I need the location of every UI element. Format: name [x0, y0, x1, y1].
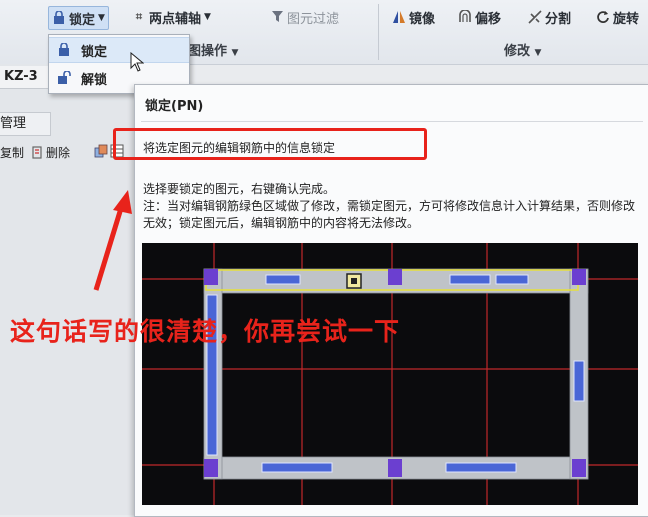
menu-item-unlock-label: 解锁 — [81, 72, 108, 88]
annotation-text: 这句话写的很清楚，你再尝试一下 — [10, 317, 401, 346]
split-button[interactable]: 分割 — [528, 6, 571, 28]
axis-grid-icon: ⌗ — [135, 10, 143, 23]
lock-icon — [57, 42, 71, 57]
rebar-preview-image — [142, 243, 638, 505]
mouse-cursor-icon — [130, 52, 144, 72]
lock-icon — [52, 10, 66, 25]
offset-label: 偏移 — [475, 11, 502, 27]
tooltip-usage: 选择要锁定的图元，右键确认完成。 — [143, 182, 336, 196]
tooltip-title: 锁定(PN) — [145, 99, 204, 114]
menu-item-lock[interactable]: 锁定 — [49, 37, 189, 63]
management-tab[interactable]: 管理 — [0, 112, 51, 136]
rebar-preview-drawing — [142, 243, 638, 505]
menu-item-lock-label: 锁定 — [81, 44, 108, 60]
chevron-down-icon: ▼ — [231, 48, 239, 58]
operation-group-label[interactable]: 图操作 ▼ — [188, 40, 238, 59]
two-point-axis-label: 两点辅轴 — [149, 11, 202, 27]
mirror-label: 镜像 — [409, 11, 436, 27]
ribbon-separator — [378, 4, 379, 60]
lock-button-label: 锁定 — [69, 12, 96, 28]
filter-icon — [270, 10, 284, 24]
delete-icon — [30, 145, 44, 160]
mirror-button[interactable]: 镜像 — [392, 6, 435, 28]
offset-icon — [458, 9, 472, 24]
chevron-down-icon: ▼ — [98, 13, 105, 23]
rotate-label: 旋转 — [613, 11, 640, 27]
unlock-icon — [57, 70, 71, 85]
annotation-highlight-box — [113, 128, 427, 160]
element-tab[interactable]: KZ-3 — [0, 66, 54, 89]
copy-button[interactable]: 复制 — [0, 144, 24, 161]
element-filter-button[interactable]: 图元过滤 — [270, 6, 339, 28]
chevron-down-icon: ▼ — [204, 12, 211, 22]
copy-label: 复制 — [0, 146, 25, 160]
rotate-button[interactable]: 旋转 — [596, 6, 639, 28]
rotate-icon — [596, 10, 610, 24]
tooltip-note: 注：当对编辑钢筋绿色区域做了修改，需锁定图元，方可将修改信息计入计算结果，否则修… — [143, 199, 636, 230]
tooltip-divider — [141, 121, 643, 122]
element-filter-label: 图元过滤 — [287, 11, 340, 27]
two-point-axis-button[interactable]: ⌗ 两点辅轴 ▼ — [132, 6, 211, 28]
split-label: 分割 — [545, 11, 572, 27]
delete-label: 删除 — [46, 146, 71, 160]
delete-button[interactable]: 删除 — [30, 144, 70, 161]
lock-dropdown-button[interactable]: 锁定 ▼ — [48, 6, 109, 30]
chevron-down-icon: ▼ — [534, 48, 542, 58]
copy-layer-icon — [94, 144, 108, 158]
tooltip-usage-note: 选择要锁定的图元，右键确认完成。 注：当对编辑钢筋绿色区域做了修改，需锁定图元，… — [143, 181, 639, 232]
split-icon — [528, 10, 542, 24]
offset-button[interactable]: 偏移 — [458, 6, 501, 28]
modify-group-label[interactable]: 修改 ▼ — [504, 40, 541, 59]
lock-tooltip: 锁定(PN) 将选定图元的编辑钢筋中的信息锁定 选择要锁定的图元，右键确认完成。… — [113, 84, 648, 517]
mirror-icon — [392, 10, 406, 24]
